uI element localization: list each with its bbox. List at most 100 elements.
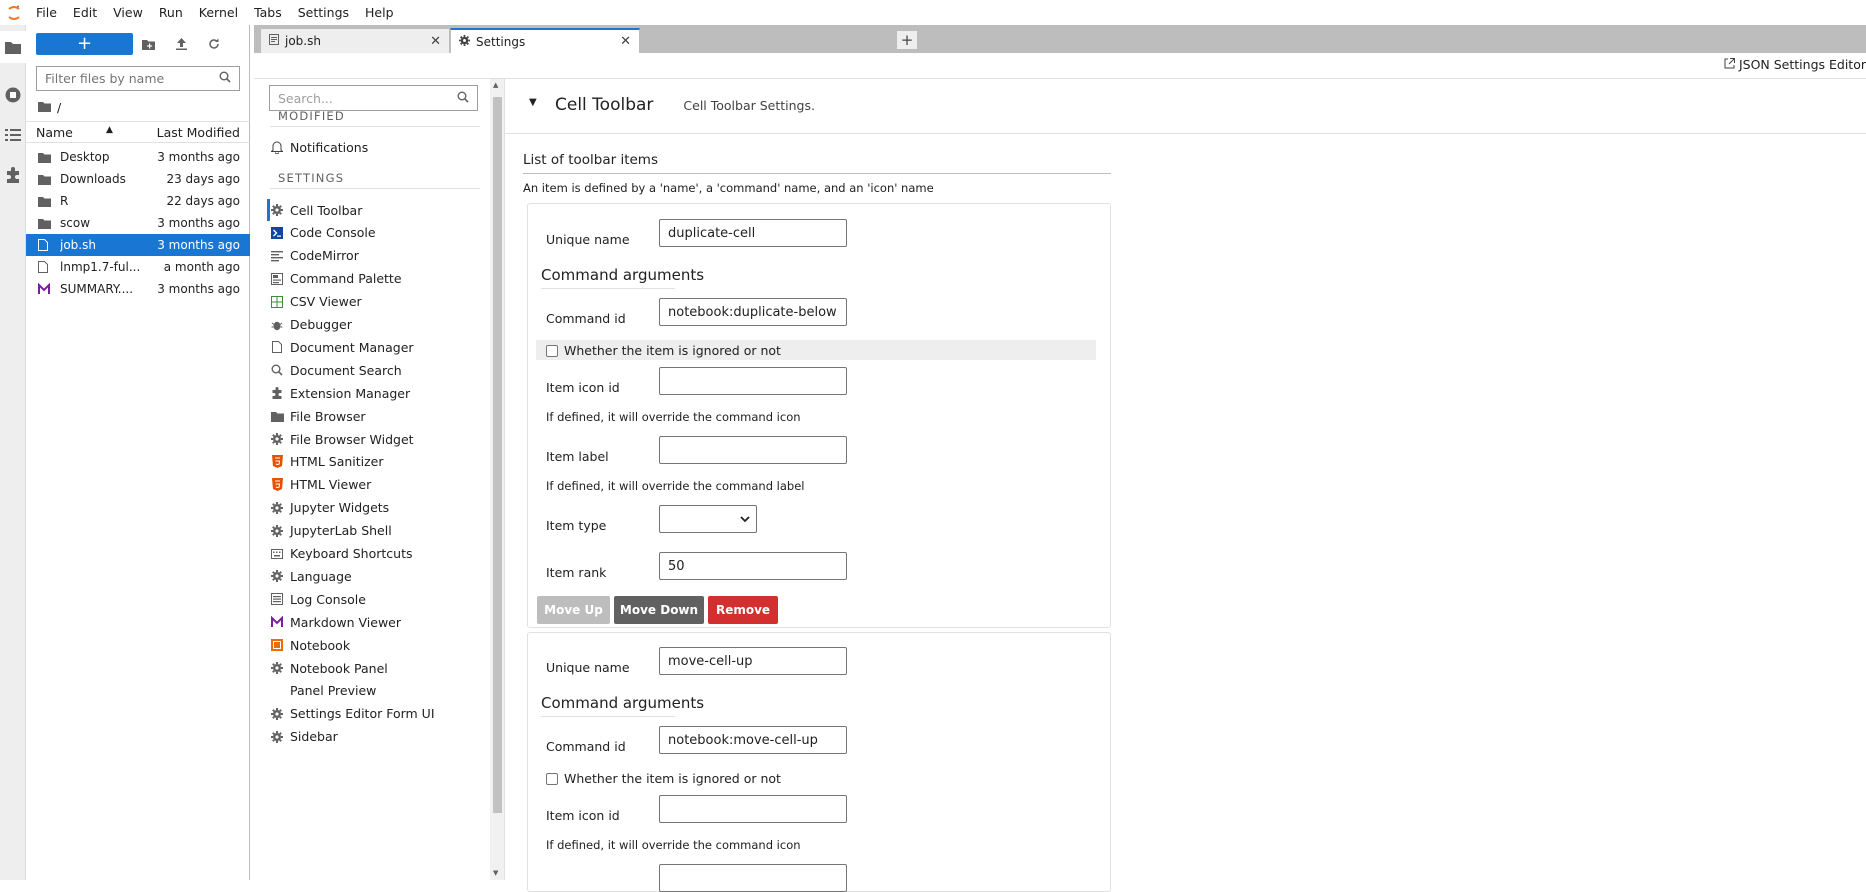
file-row[interactable]: R 22 days ago: [26, 190, 250, 212]
column-name-header[interactable]: Name: [36, 125, 73, 140]
json-settings-editor-link[interactable]: JSON Settings Editor: [1724, 57, 1866, 72]
file-name: Downloads: [60, 172, 126, 186]
gear-icon: [270, 569, 284, 583]
menu-file[interactable]: File: [28, 0, 65, 25]
close-icon[interactable]: ✕: [430, 34, 441, 49]
settings-item-html-sanitizer[interactable]: HTML Sanitizer: [267, 451, 487, 473]
ignored-checkbox-row[interactable]: Whether the item is ignored or not: [546, 343, 781, 358]
menu-edit[interactable]: Edit: [65, 0, 105, 25]
item-label-input[interactable]: [659, 436, 847, 464]
notebook-icon: [270, 638, 284, 652]
ignored-checkbox[interactable]: [546, 772, 558, 785]
command-id-input[interactable]: notebook:move-cell-up: [659, 726, 847, 754]
settings-item-notifications[interactable]: Notifications: [267, 136, 487, 158]
command-id-input[interactable]: notebook:duplicate-below: [659, 298, 847, 326]
upload-icon[interactable]: [172, 35, 190, 53]
toc-icon[interactable]: [0, 119, 26, 151]
settings-item-debugger[interactable]: Debugger: [267, 314, 487, 336]
settings-item-language[interactable]: Language: [267, 565, 487, 587]
unique-name-input[interactable]: move-cell-up: [659, 647, 847, 675]
settings-item-markdown-viewer[interactable]: Markdown Viewer: [267, 611, 487, 633]
refresh-icon[interactable]: [205, 35, 223, 53]
caret-down-icon[interactable]: ▼: [529, 97, 537, 108]
settings-item-extension-manager[interactable]: Extension Manager: [267, 382, 487, 404]
settings-item-file-browser[interactable]: File Browser: [267, 405, 487, 427]
settings-item-label: Code Console: [290, 225, 376, 241]
scroll-up-icon[interactable]: ▲: [493, 81, 498, 89]
folder-icon: [38, 152, 52, 163]
tab-settings[interactable]: Settings ✕: [450, 28, 640, 53]
menu-view[interactable]: View: [105, 0, 151, 25]
filter-files-input[interactable]: Filter files by name: [36, 66, 240, 91]
settings-item-label: Settings Editor Form UI: [290, 706, 435, 722]
icon-id-input[interactable]: [659, 795, 847, 823]
scroll-down-icon[interactable]: ▼: [493, 869, 498, 877]
file-row[interactable]: lnmp1.7-ful... a month ago: [26, 256, 250, 278]
breadcrumb[interactable]: /: [38, 97, 61, 117]
command-arguments-label: Command arguments: [541, 266, 705, 284]
settings-item-file-browser-widget[interactable]: File Browser Widget: [267, 428, 487, 450]
settings-item-cell-toolbar[interactable]: Cell Toolbar: [267, 199, 487, 221]
scrollbar-thumb[interactable]: [493, 97, 502, 813]
settings-item-panel-preview[interactable]: Panel Preview: [267, 680, 487, 702]
header-divider: [505, 133, 1866, 134]
settings-item-notebook[interactable]: Notebook: [267, 634, 487, 656]
settings-item-codemirror[interactable]: CodeMirror: [267, 245, 487, 267]
add-tab-button[interactable]: +: [896, 30, 918, 50]
settings-item-document-search[interactable]: Document Search: [267, 359, 487, 381]
menu-tabs[interactable]: Tabs: [246, 0, 290, 25]
file-row[interactable]: Desktop 3 months ago: [26, 146, 250, 168]
new-launcher-button[interactable]: +: [36, 33, 133, 55]
markdown-icon: [270, 615, 284, 629]
breadcrumb-root[interactable]: /: [57, 100, 61, 115]
unique-name-input[interactable]: duplicate-cell: [659, 219, 847, 247]
file-row[interactable]: Downloads 23 days ago: [26, 168, 250, 190]
file-name: Desktop: [60, 150, 110, 164]
settings-item-notebook-panel[interactable]: Notebook Panel: [267, 657, 487, 679]
section-title: List of toolbar items: [523, 152, 658, 168]
ignored-checkbox[interactable]: [546, 344, 558, 357]
tab-job-sh[interactable]: job.sh ✕: [260, 28, 450, 53]
extension-icon[interactable]: [0, 159, 26, 191]
markdown-icon: [38, 283, 52, 295]
settings-item-jupyterlab-shell[interactable]: JupyterLab Shell: [267, 520, 487, 542]
gear-icon: [270, 432, 284, 446]
chevron-down-icon: [740, 512, 750, 527]
file-row[interactable]: scow 3 months ago: [26, 212, 250, 234]
search-placeholder: Search...: [278, 90, 333, 106]
settings-item-command-palette[interactable]: Command Palette: [267, 268, 487, 290]
remove-button[interactable]: Remove: [708, 596, 778, 624]
file-row[interactable]: job.sh 3 months ago: [26, 234, 250, 256]
settings-item-document-manager[interactable]: Document Manager: [267, 336, 487, 358]
move-up-button[interactable]: Move Up: [537, 596, 610, 624]
running-icon[interactable]: [0, 79, 26, 111]
item-type-select[interactable]: [659, 505, 757, 533]
gear-icon: [459, 34, 470, 49]
settings-item-csv-viewer[interactable]: CSV Viewer: [267, 291, 487, 313]
settings-search-input[interactable]: Search...: [269, 85, 478, 111]
menu-run[interactable]: Run: [151, 0, 191, 25]
settings-item-code-console[interactable]: Code Console: [267, 222, 487, 244]
menu-help[interactable]: Help: [357, 0, 402, 25]
menu-settings[interactable]: Settings: [290, 0, 357, 25]
settings-item-log-console[interactable]: Log Console: [267, 588, 487, 610]
settings-item-html-viewer[interactable]: HTML Viewer: [267, 474, 487, 496]
settings-item-sidebar[interactable]: Sidebar: [267, 726, 487, 748]
new-folder-icon[interactable]: [139, 35, 157, 53]
settings-item-label: Document Manager: [290, 339, 414, 355]
icon-id-input[interactable]: [659, 367, 847, 395]
item-label-input[interactable]: [659, 864, 847, 892]
folder-icon[interactable]: [0, 31, 26, 63]
settings-item-settings-editor-form-ui[interactable]: Settings Editor Form UI: [267, 703, 487, 725]
category-title: Cell Toolbar: [555, 95, 654, 115]
move-down-button[interactable]: Move Down: [614, 596, 704, 624]
close-icon[interactable]: ✕: [620, 34, 631, 49]
settings-item-keyboard-shortcuts[interactable]: Keyboard Shortcuts: [267, 543, 487, 565]
category-header[interactable]: ▼ Cell Toolbar Cell Toolbar Settings.: [523, 89, 1863, 121]
file-row[interactable]: SUMMARY.... 3 months ago: [26, 278, 250, 300]
column-modified-header[interactable]: Last Modified: [157, 125, 240, 140]
item-rank-input[interactable]: 50: [659, 552, 847, 580]
settings-item-jupyter-widgets[interactable]: Jupyter Widgets: [267, 497, 487, 519]
ignored-checkbox-row[interactable]: Whether the item is ignored or not: [546, 771, 781, 786]
menu-kernel[interactable]: Kernel: [191, 0, 246, 25]
